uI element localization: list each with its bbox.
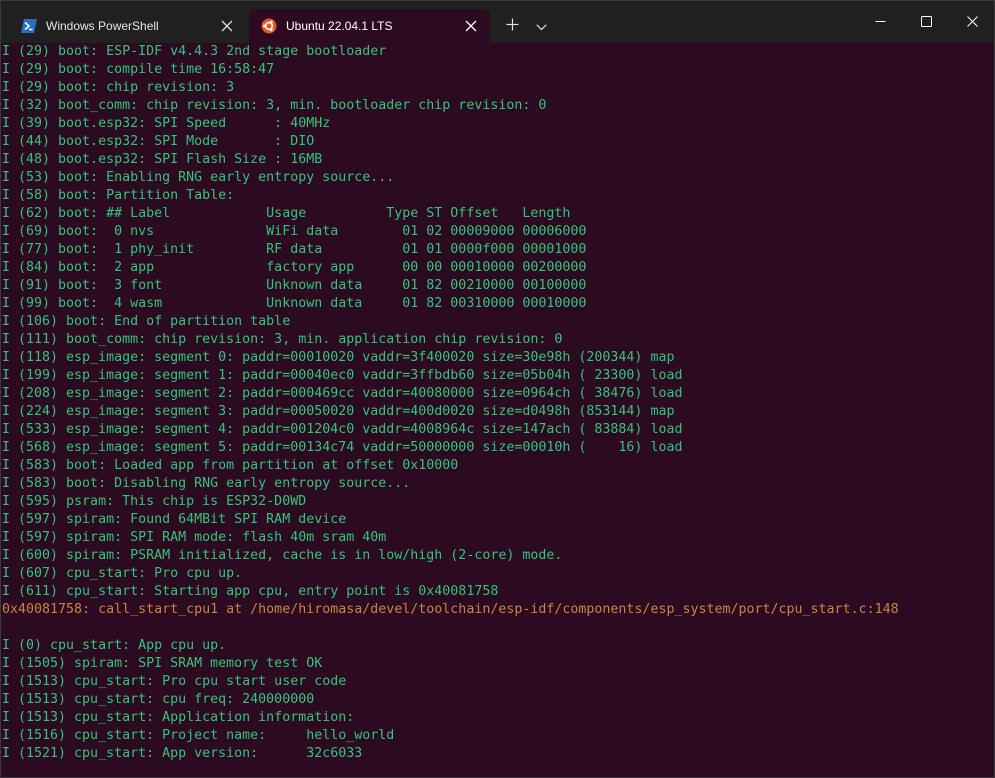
terminal-line: I (1505) spiram: SPI SRAM memory test OK bbox=[2, 656, 323, 671]
terminal-line: I (99) boot: 4 wasm Unknown data 01 82 0… bbox=[2, 296, 587, 311]
terminal-line: I (224) esp_image: segment 3: paddr=0005… bbox=[2, 404, 675, 419]
terminal-line: I (77) boot: 1 phy_init RF data 01 01 00… bbox=[2, 242, 587, 257]
close-icon bbox=[966, 12, 978, 31]
maximize-icon bbox=[920, 12, 932, 31]
terminal-line: I (32) boot_comm: chip revision: 3, min.… bbox=[2, 98, 547, 113]
powershell-icon bbox=[21, 19, 37, 33]
terminal-line: I (69) boot: 0 nvs WiFi data 01 02 00009… bbox=[2, 224, 587, 239]
terminal-line: I (0) cpu_start: App cpu up. bbox=[2, 638, 227, 653]
terminal-line: I (597) spiram: SPI RAM mode: flash 40m … bbox=[2, 530, 387, 545]
terminal-line: I (29) boot: ESP-IDF v4.4.3 2nd stage bo… bbox=[2, 44, 387, 59]
tab-windows-powershell[interactable]: Windows PowerShell bbox=[9, 9, 246, 43]
tab-title: Ubuntu 22.04.1 LTS bbox=[286, 19, 393, 33]
terminal-line: I (91) boot: 3 font Unknown data 01 82 0… bbox=[2, 278, 587, 293]
tab-ubuntu[interactable]: Ubuntu 22.04.1 LTS bbox=[249, 9, 490, 43]
chevron-down-icon bbox=[535, 16, 547, 35]
terminal-line: I (118) esp_image: segment 0: paddr=0001… bbox=[2, 350, 675, 365]
minimize-button[interactable] bbox=[857, 1, 903, 41]
terminal-line: I (568) esp_image: segment 5: paddr=0013… bbox=[2, 440, 683, 455]
terminal-line: I (583) boot: Disabling RNG early entrop… bbox=[2, 476, 411, 491]
tab-bar: Windows PowerShell Ubuntu 22.04.1 LTS bbox=[1, 1, 994, 43]
maximize-button[interactable] bbox=[903, 1, 949, 41]
terminal-line: I (44) boot.esp32: SPI Mode : DIO bbox=[2, 134, 315, 149]
terminal-line: I (597) spiram: Found 64MBit SPI RAM dev… bbox=[2, 512, 347, 527]
terminal-lines: I (29) boot: ESP-IDF v4.4.3 2nd stage bo… bbox=[2, 43, 992, 763]
close-window-button[interactable] bbox=[949, 1, 994, 41]
terminal-line: I (39) boot.esp32: SPI Speed : 40MHz bbox=[2, 116, 331, 131]
terminal-line: I (1513) cpu_start: Application informat… bbox=[2, 710, 355, 725]
terminal-line: I (1513) cpu_start: cpu freq: 240000000 bbox=[2, 692, 315, 707]
tab-title: Windows PowerShell bbox=[46, 19, 159, 33]
terminal-line: I (1513) cpu_start: Pro cpu start user c… bbox=[2, 674, 347, 689]
terminal-line: I (106) boot: End of partition table bbox=[2, 314, 291, 329]
terminal-line: I (48) boot.esp32: SPI Flash Size : 16MB bbox=[2, 152, 323, 167]
terminal-line: I (533) esp_image: segment 4: paddr=0012… bbox=[2, 422, 683, 437]
terminal-line: I (84) boot: 2 app factory app 00 00 000… bbox=[2, 260, 587, 275]
terminal-line: I (607) cpu_start: Pro cpu up. bbox=[2, 566, 243, 581]
terminal-line-address: 0x40081758: call_start_cpu1 at /home/hir… bbox=[2, 602, 899, 617]
terminal-output[interactable]: I (29) boot: ESP-IDF v4.4.3 2nd stage bo… bbox=[2, 43, 992, 777]
minimize-icon bbox=[875, 12, 886, 31]
terminal-line: I (600) spiram: PSRAM initialized, cache… bbox=[2, 548, 563, 563]
terminal-line: I (29) boot: compile time 16:58:47 bbox=[2, 62, 275, 77]
ubuntu-icon bbox=[261, 18, 277, 34]
terminal-line: I (208) esp_image: segment 2: paddr=0004… bbox=[2, 386, 683, 401]
terminal-line: I (611) cpu_start: Starting app cpu, ent… bbox=[2, 584, 499, 599]
close-tab-icon[interactable] bbox=[218, 17, 236, 35]
terminal-line: I (62) boot: ## Label Usage Type ST Offs… bbox=[2, 206, 571, 221]
terminal-line: I (1516) cpu_start: Project name: hello_… bbox=[2, 728, 395, 743]
close-tab-icon[interactable] bbox=[462, 17, 480, 35]
terminal-line: I (29) boot: chip revision: 3 bbox=[2, 80, 235, 95]
terminal-line: I (583) boot: Loaded app from partition … bbox=[2, 458, 459, 473]
terminal-window: Windows PowerShell Ubuntu 22.04.1 LTS I … bbox=[0, 0, 995, 778]
tab-dropdown-button[interactable] bbox=[529, 12, 553, 38]
terminal-line: I (1521) cpu_start: App version: 32c6033 bbox=[2, 746, 363, 761]
terminal-line: I (53) boot: Enabling RNG early entropy … bbox=[2, 170, 395, 185]
terminal-line: I (111) boot_comm: chip revision: 3, min… bbox=[2, 332, 563, 347]
plus-icon bbox=[506, 16, 519, 35]
new-tab-button[interactable] bbox=[499, 12, 525, 38]
terminal-line: I (595) psram: This chip is ESP32-D0WD bbox=[2, 494, 307, 509]
terminal-line: I (199) esp_image: segment 1: paddr=0004… bbox=[2, 368, 683, 383]
terminal-line: I (58) boot: Partition Table: bbox=[2, 188, 235, 203]
